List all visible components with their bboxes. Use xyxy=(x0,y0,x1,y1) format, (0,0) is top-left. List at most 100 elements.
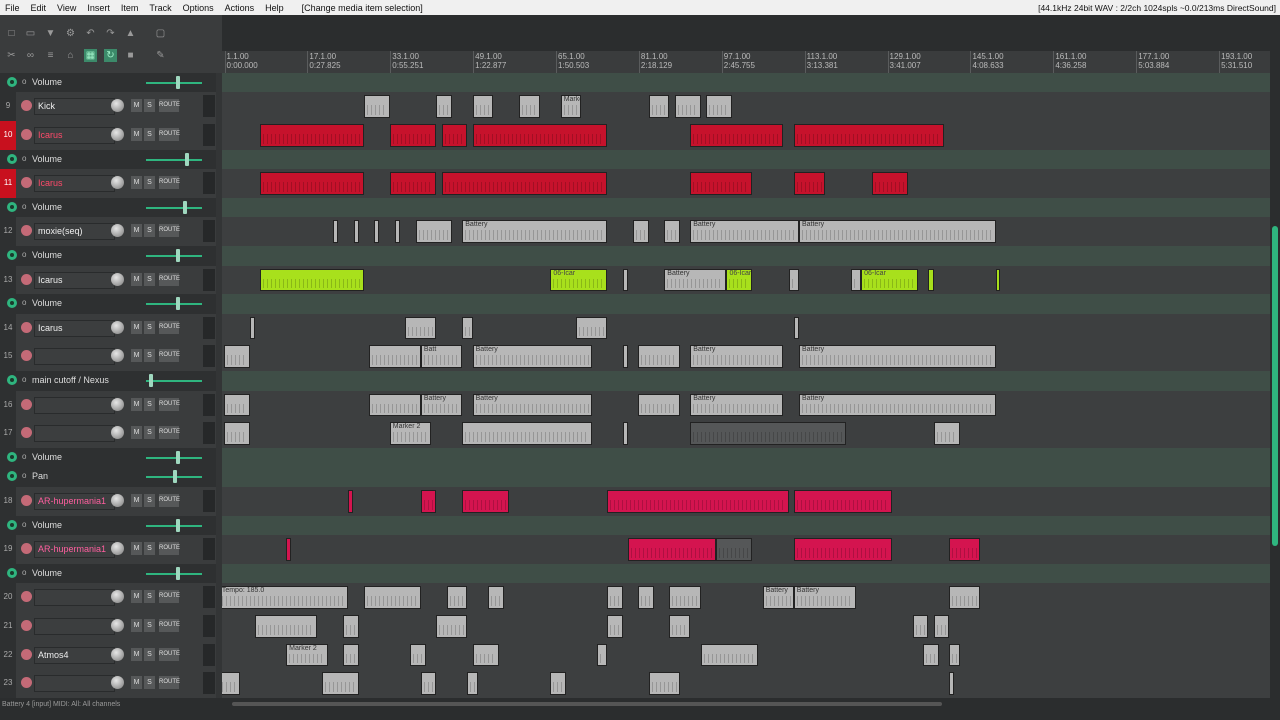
record-arm-button[interactable] xyxy=(21,321,32,333)
media-item[interactable]: Battery xyxy=(798,393,996,417)
envelope-power-icon[interactable] xyxy=(7,567,17,578)
media-item[interactable] xyxy=(394,220,401,244)
media-item[interactable] xyxy=(622,422,629,445)
media-item[interactable] xyxy=(343,643,359,667)
track-row[interactable]: 23 M S ROUTE xyxy=(0,669,216,698)
media-item[interactable] xyxy=(472,643,499,667)
envelope-row[interactable]: o Volume xyxy=(0,149,216,170)
envelope-power-icon[interactable] xyxy=(7,298,17,309)
envelope-row[interactable]: o Volume xyxy=(0,73,216,93)
route-button[interactable]: ROUTE xyxy=(159,224,180,238)
mute-button[interactable]: M xyxy=(131,224,142,238)
media-item[interactable] xyxy=(472,95,494,119)
envelope-slider[interactable] xyxy=(146,380,202,383)
menu-edit[interactable]: Edit xyxy=(26,3,53,13)
solo-button[interactable]: S xyxy=(144,676,155,690)
media-item[interactable] xyxy=(949,672,955,695)
media-item[interactable]: Battery xyxy=(420,393,463,417)
envelope-slider[interactable] xyxy=(146,82,202,84)
media-item[interactable] xyxy=(255,614,318,638)
menu-insert[interactable]: Insert xyxy=(82,3,116,13)
solo-button[interactable]: S xyxy=(144,542,155,556)
record-arm-button[interactable] xyxy=(21,177,32,189)
track-row[interactable]: 12 moxie(seq) M S ROUTE xyxy=(0,217,216,247)
media-item[interactable]: Battery xyxy=(793,586,856,609)
media-item[interactable] xyxy=(674,95,701,119)
menu-file[interactable]: File xyxy=(0,3,26,13)
menu-options[interactable]: Options xyxy=(178,3,220,13)
record-arm-button[interactable] xyxy=(21,591,32,603)
envelope-lane[interactable] xyxy=(222,371,1270,392)
volume-knob[interactable] xyxy=(111,176,124,190)
media-item[interactable] xyxy=(369,393,421,417)
media-item[interactable] xyxy=(607,489,789,513)
envelope-slider-knob[interactable] xyxy=(175,76,180,89)
envelope-row[interactable]: o Volume xyxy=(0,246,216,266)
media-item[interactable] xyxy=(260,268,364,292)
solo-button[interactable]: S xyxy=(144,647,155,661)
volume-knob[interactable] xyxy=(111,590,124,604)
save-project-icon[interactable]: ▼ xyxy=(44,27,57,40)
record-arm-button[interactable] xyxy=(21,398,32,410)
media-item[interactable]: Battery xyxy=(798,345,996,369)
envelope-slider-knob[interactable] xyxy=(173,470,177,484)
track-name-field[interactable]: Icarus xyxy=(34,127,115,145)
solo-button[interactable]: S xyxy=(144,349,155,363)
record-arm-button[interactable] xyxy=(21,427,32,439)
volume-knob[interactable] xyxy=(111,618,124,632)
media-item[interactable] xyxy=(415,220,452,244)
solo-button[interactable]: S xyxy=(144,426,155,440)
media-item[interactable] xyxy=(690,422,846,445)
media-item[interactable] xyxy=(700,643,758,667)
media-item[interactable]: 06-Icar xyxy=(550,268,608,292)
media-item[interactable] xyxy=(596,643,608,667)
track-row[interactable]: 13 Icarus M S ROUTE xyxy=(0,265,216,295)
record-arm-button[interactable] xyxy=(21,225,32,237)
new-project-icon[interactable]: □ xyxy=(5,27,18,40)
envelope-row[interactable]: o main cutoff / Nexus xyxy=(0,371,216,391)
volume-knob[interactable] xyxy=(111,349,124,363)
volume-knob[interactable] xyxy=(111,99,124,113)
media-item[interactable] xyxy=(788,268,799,292)
route-button[interactable]: ROUTE xyxy=(159,493,180,507)
envelope-power-icon[interactable] xyxy=(7,519,17,530)
envelope-power-icon[interactable] xyxy=(7,250,17,261)
blank-icon[interactable]: ▢ xyxy=(154,27,167,40)
volume-knob[interactable] xyxy=(111,647,124,661)
record-arm-button[interactable] xyxy=(21,648,32,660)
envelope-arm-icon[interactable]: o xyxy=(22,520,26,529)
envelope-lane[interactable] xyxy=(222,246,1270,267)
media-item[interactable] xyxy=(622,268,629,292)
envelope-arm-icon[interactable]: o xyxy=(22,375,26,384)
media-item[interactable] xyxy=(436,614,468,638)
media-item[interactable] xyxy=(467,672,478,695)
volume-knob[interactable] xyxy=(111,128,124,142)
media-item[interactable] xyxy=(607,614,623,638)
track-name-field[interactable] xyxy=(34,348,115,366)
mute-button[interactable]: M xyxy=(131,590,142,604)
redo-icon[interactable]: ↷ xyxy=(104,27,117,40)
envelope-power-icon[interactable] xyxy=(7,471,17,482)
media-item[interactable] xyxy=(348,489,354,513)
route-button[interactable]: ROUTE xyxy=(159,349,180,363)
media-item[interactable] xyxy=(928,268,934,292)
media-item[interactable]: 06-Icar xyxy=(726,268,753,292)
menu-help[interactable]: Help xyxy=(260,3,290,13)
envelope-power-icon[interactable] xyxy=(7,375,17,386)
media-item[interactable] xyxy=(793,538,893,561)
envelope-lane[interactable] xyxy=(222,467,1270,488)
record-arm-button[interactable] xyxy=(21,619,32,631)
volume-knob[interactable] xyxy=(111,224,124,238)
envelope-slider-knob[interactable] xyxy=(175,518,180,532)
media-item[interactable] xyxy=(410,643,426,667)
envelope-arm-icon[interactable]: o xyxy=(22,568,26,577)
track-row[interactable]: 17 M S ROUTE xyxy=(0,419,216,448)
envelope-lane[interactable] xyxy=(222,515,1270,537)
track-name-field[interactable]: Icarus xyxy=(34,271,115,289)
track-name-field[interactable] xyxy=(34,589,115,607)
volume-knob[interactable] xyxy=(111,493,124,507)
envelope-slider[interactable] xyxy=(146,255,202,258)
media-item[interactable] xyxy=(995,268,1000,292)
record-arm-button[interactable] xyxy=(21,543,32,555)
volume-knob[interactable] xyxy=(111,676,124,690)
